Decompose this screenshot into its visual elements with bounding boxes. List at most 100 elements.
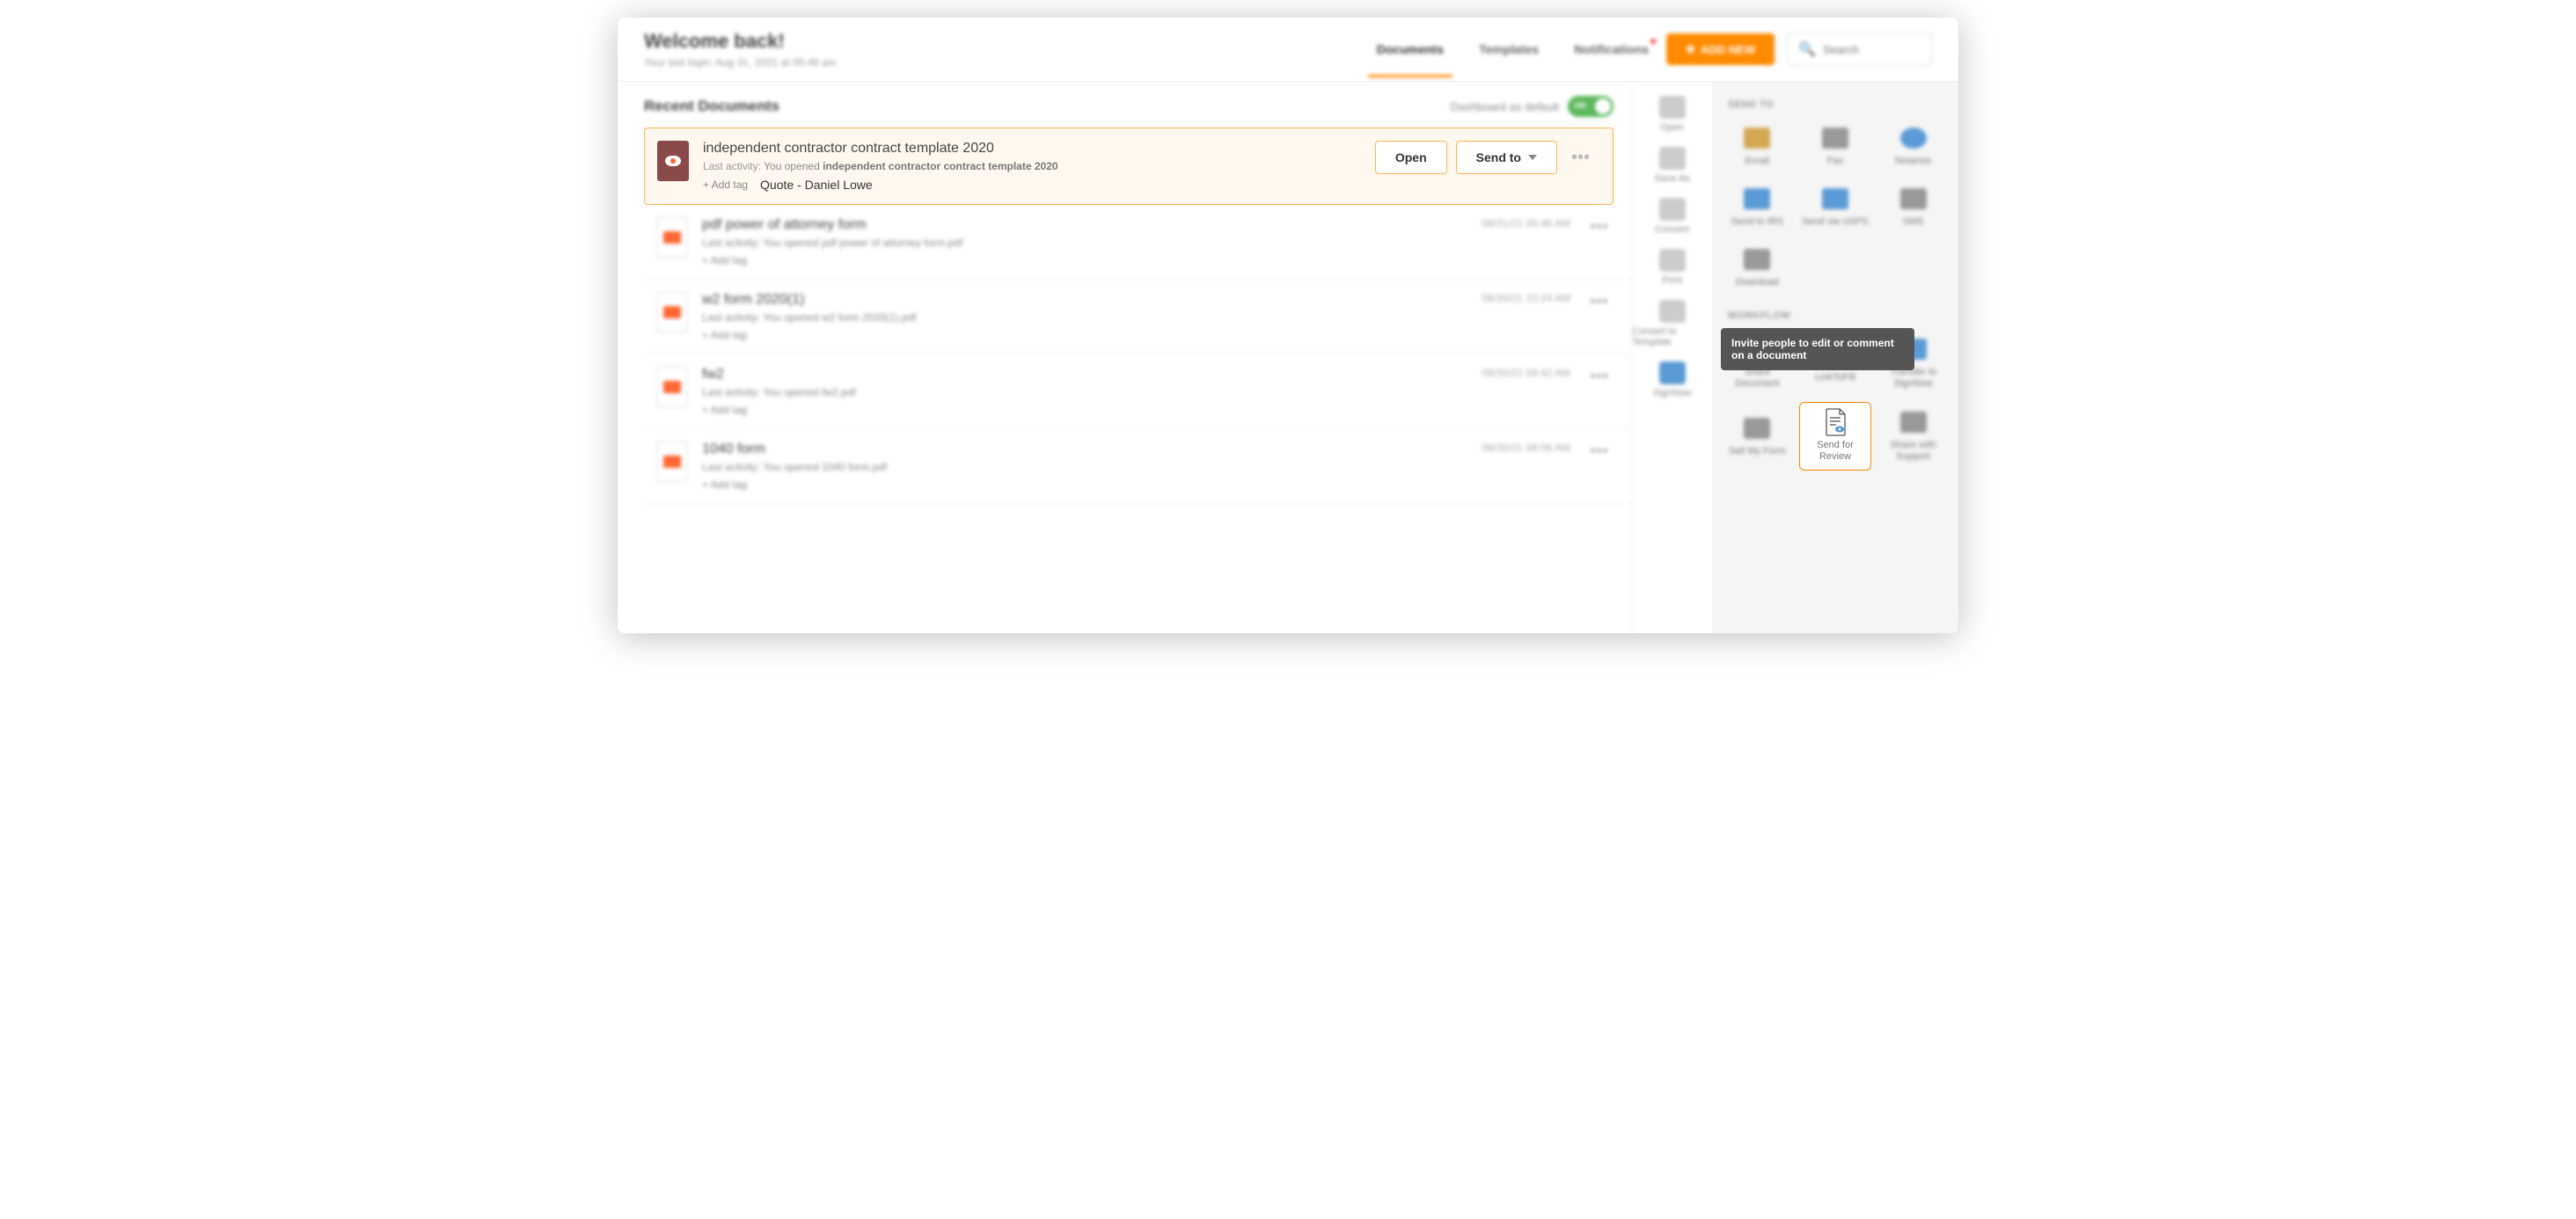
app-window: Welcome back! Your last login: Aug 31, 2…	[618, 18, 1958, 633]
pdf-icon	[663, 306, 681, 318]
print-icon	[1659, 249, 1686, 272]
document-title: 1040 form	[702, 442, 1467, 457]
document-thumbnail	[656, 292, 688, 332]
strip-signnow[interactable]: SignNow	[1632, 361, 1712, 398]
irs-icon	[1744, 188, 1770, 209]
strip-print[interactable]: Print	[1632, 249, 1712, 286]
send-to-label: Send to	[1476, 150, 1521, 164]
panel-share-support[interactable]: Share with Support	[1877, 402, 1950, 471]
pdf-icon	[663, 231, 681, 244]
body-area: Recent Documents Dashboard as default ON…	[618, 82, 1958, 633]
signnow-icon	[1659, 361, 1686, 384]
convert-icon	[1659, 198, 1686, 221]
dashboard-default-toggle: Dashboard as default ON	[1450, 96, 1614, 117]
tab-notifications-label: Notifications	[1574, 42, 1649, 56]
fax-icon	[1822, 128, 1848, 149]
document-title: independent contractor contract template…	[703, 141, 1361, 157]
panel-sell-form[interactable]: Sell My Form	[1721, 402, 1794, 471]
panel-send-for-review[interactable]: Send for Review	[1799, 402, 1872, 471]
document-title: fw2	[702, 367, 1467, 383]
document-info: pdf power of attorney form Last activity…	[702, 217, 1467, 266]
panel-sms[interactable]: SMS	[1877, 179, 1950, 235]
panel-send-irs[interactable]: Send to IRS	[1721, 179, 1794, 235]
document-thumbnail	[656, 217, 688, 258]
notarize-icon	[1900, 128, 1927, 149]
send-review-label: Send for Review	[1802, 440, 1870, 463]
panel-notarize[interactable]: Notarize	[1877, 119, 1950, 174]
search-icon: 🔍	[1798, 40, 1816, 58]
add-tag-button[interactable]: + Add tag	[702, 329, 1467, 341]
document-row[interactable]: fw2 Last activity: You opened fw2.pdf + …	[644, 354, 1631, 429]
email-icon	[1744, 128, 1770, 149]
more-actions-button[interactable]: •••	[1584, 367, 1614, 387]
panel-download[interactable]: Download	[1721, 240, 1794, 296]
welcome-subtitle: Your last login: Aug 31, 2021 at 05:46 a…	[644, 56, 837, 69]
eye-icon	[670, 158, 676, 164]
toggle-on-label: ON	[1574, 101, 1586, 110]
tab-documents[interactable]: Documents	[1377, 35, 1444, 63]
document-activity: Last activity: You opened w2 form 2020(1…	[702, 311, 1467, 324]
document-date: 08/31/21 05:46 AM	[1482, 217, 1570, 230]
document-title: pdf power of attorney form	[702, 217, 1467, 233]
add-tag-button[interactable]: + Add tag	[702, 478, 1467, 491]
document-thumbnail	[657, 141, 689, 181]
panel-send-usps[interactable]: Send via USPS	[1799, 179, 1872, 235]
strip-convert[interactable]: Convert	[1632, 198, 1712, 235]
document-date: 08/30/21 10:24 AM	[1482, 292, 1570, 304]
welcome-block: Welcome back! Your last login: Aug 31, 2…	[644, 30, 837, 69]
activity-prefix: Last activity:	[703, 160, 761, 172]
more-actions-button[interactable]: •••	[1584, 292, 1614, 312]
send-to-section-title: SEND TO	[1728, 99, 1950, 110]
more-actions-button[interactable]: •••	[1584, 217, 1614, 237]
add-tag-button[interactable]: + Add tag	[702, 404, 1467, 416]
chevron-down-icon	[1528, 155, 1537, 160]
notification-dot-icon	[1650, 39, 1656, 44]
add-tag-button[interactable]: + Add tag	[702, 254, 1467, 266]
document-activity: Last activity: You opened independent co…	[703, 160, 1361, 172]
document-thumbnail	[656, 367, 688, 407]
main-column: Recent Documents Dashboard as default ON…	[618, 82, 1631, 633]
strip-open[interactable]: Open	[1632, 96, 1712, 133]
activity-name: independent contractor contract template…	[823, 160, 1057, 172]
more-actions-button[interactable]: •••	[1584, 442, 1614, 462]
panel-email[interactable]: Email	[1721, 119, 1794, 174]
document-row[interactable]: 1040 form Last activity: You opened 1040…	[644, 429, 1631, 504]
nav-tabs: Documents Templates Notifications	[1377, 35, 1649, 63]
send-review-icon	[1820, 410, 1850, 434]
sell-form-icon	[1744, 418, 1770, 439]
open-button[interactable]: Open	[1375, 141, 1447, 174]
tooltip: Invite people to edit or comment on a do…	[1721, 328, 1914, 370]
document-activity: Last activity: You opened pdf power of a…	[702, 237, 1467, 249]
strip-convert-template[interactable]: Convert to Template	[1632, 300, 1712, 347]
action-strip: Open Save As Convert Print Convert to Te…	[1631, 82, 1712, 633]
document-row[interactable]: pdf power of attorney form Last activity…	[644, 205, 1631, 280]
document-thumbnail	[656, 442, 688, 482]
document-info: fw2 Last activity: You opened fw2.pdf + …	[702, 367, 1467, 416]
tag-row: + Add tag Quote - Daniel Lowe	[703, 178, 1361, 192]
add-tag-button[interactable]: + Add tag	[703, 179, 748, 191]
workflow-grid: Share Document LinkToFill Transfer to Si…	[1721, 330, 1950, 471]
usps-icon	[1822, 188, 1848, 209]
tab-templates[interactable]: Templates	[1479, 35, 1539, 63]
more-actions-button[interactable]: •••	[1566, 148, 1595, 168]
document-row[interactable]: w2 form 2020(1) Last activity: You opene…	[644, 280, 1631, 354]
convert-template-icon	[1659, 300, 1686, 323]
right-panel: SEND TO Email Fax Notarize Send to IRS S…	[1712, 82, 1958, 633]
strip-save-as[interactable]: Save As	[1632, 147, 1712, 184]
tab-notifications[interactable]: Notifications	[1574, 35, 1649, 63]
add-new-button[interactable]: ⊕ ADD NEW	[1666, 33, 1775, 65]
sms-icon	[1900, 188, 1927, 209]
workflow-section-title: WORKFLOW	[1728, 310, 1950, 321]
send-to-button[interactable]: Send to	[1456, 141, 1557, 174]
document-activity: Last activity: You opened 1040 form.pdf	[702, 461, 1467, 473]
search-input[interactable]	[1823, 43, 1921, 56]
search-box[interactable]: 🔍	[1787, 33, 1932, 66]
document-info: independent contractor contract template…	[703, 141, 1361, 192]
panel-fax[interactable]: Fax	[1799, 119, 1872, 174]
send-to-grid: Email Fax Notarize Send to IRS Send via …	[1721, 119, 1950, 296]
toggle-switch[interactable]: ON	[1568, 96, 1614, 117]
document-row-selected[interactable]: independent contractor contract template…	[644, 128, 1614, 205]
header: Welcome back! Your last login: Aug 31, 2…	[618, 18, 1958, 82]
pdf-icon	[663, 456, 681, 468]
welcome-title: Welcome back!	[644, 30, 837, 53]
